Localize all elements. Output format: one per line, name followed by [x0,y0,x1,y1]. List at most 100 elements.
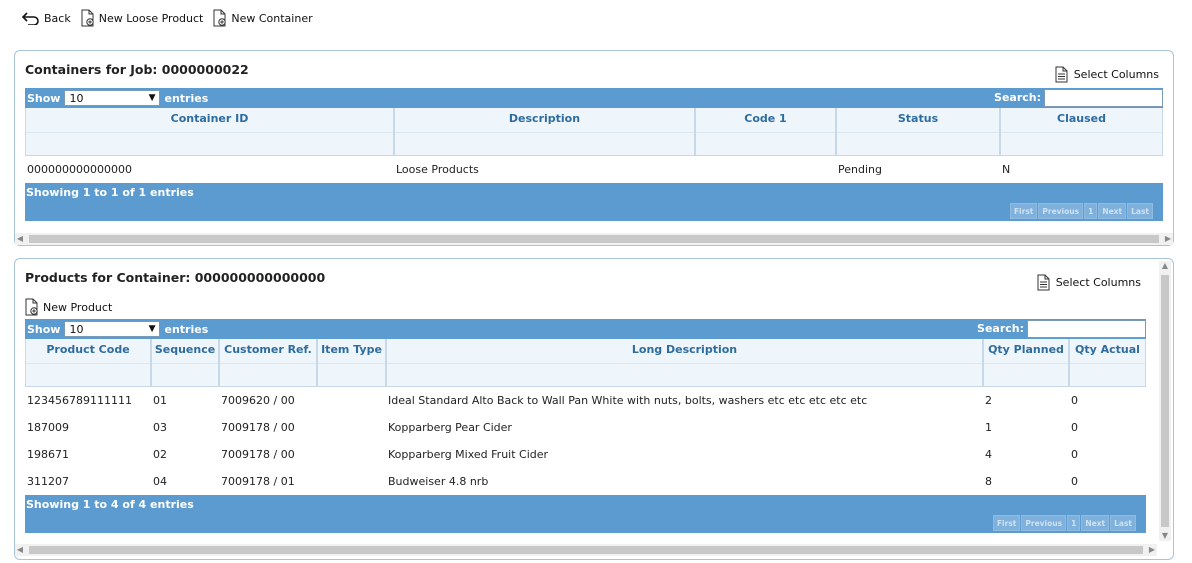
products-vertical-scrollbar[interactable]: ▲ ▼ [1159,261,1171,541]
back-button[interactable]: Back [22,11,71,25]
pager-first-button[interactable]: First [992,515,1021,531]
entries-label: entries [164,322,209,336]
containers-select-columns-label: Select Columns [1073,68,1159,81]
cell-status: Pending [838,163,882,176]
table-row[interactable]: 311207 04 7009178 / 01 Budweiser 4.8 nrb… [25,468,1146,495]
cell-sequence: 04 [153,475,167,488]
column-header-product-code[interactable]: Product Code [25,339,151,387]
cell-customer-ref: 7009178 / 01 [221,475,295,488]
column-header-status[interactable]: Status [836,108,1000,156]
new-document-icon [213,9,227,27]
new-loose-product-button[interactable]: New Loose Product [81,9,203,27]
scrollbar-thumb[interactable] [29,546,1143,554]
new-product-label: New Product [43,300,113,314]
products-select-columns-button[interactable]: Select Columns [1037,274,1141,291]
cell-container-id: 000000000000000 [27,163,132,176]
document-icon [1037,274,1050,291]
pager-last-button[interactable]: Last [1127,203,1153,219]
containers-entries-select[interactable]: 10 ▼ [64,90,161,106]
cell-customer-ref: 7009178 / 00 [221,448,295,461]
table-row[interactable]: 198671 02 7009178 / 00 Kopparberg Mixed … [25,441,1146,468]
cell-sequence: 01 [153,394,167,407]
toolbar: Back New Loose Product New Container [22,9,323,27]
products-panel: Products for Container: 000000000000000 … [14,258,1174,560]
cell-product-code: 311207 [27,475,69,488]
scroll-right-icon[interactable]: ▶ [1147,544,1157,556]
column-header-description[interactable]: Description [394,108,695,156]
pager-next-button[interactable]: Next [1098,203,1127,219]
column-header-code-1[interactable]: Code 1 [695,108,836,156]
column-header-claused[interactable]: Claused [1000,108,1163,156]
back-label: Back [44,11,71,25]
pager-next-button[interactable]: Next [1081,515,1110,531]
containers-pager: First Previous 1 Next Last [1009,203,1153,219]
pager-last-button[interactable]: Last [1110,515,1136,531]
scroll-left-icon[interactable]: ◀ [15,233,25,245]
containers-info: Showing 1 to 1 of 1 entries [26,186,194,199]
products-pager: First Previous 1 Next Last [992,515,1136,531]
cell-sequence: 02 [153,448,167,461]
pager-page-1-button[interactable]: 1 [1067,515,1081,531]
pager-previous-button[interactable]: Previous [1021,515,1067,531]
table-row[interactable]: 187009 03 7009178 / 00 Kopparberg Pear C… [25,414,1146,441]
cell-qty-planned: 8 [985,475,992,488]
cell-long-description: Budweiser 4.8 nrb [388,475,489,488]
cell-customer-ref: 7009620 / 00 [221,394,295,407]
products-table: Show 10 ▼ entries Search: Product Code S… [25,319,1146,533]
containers-search-input[interactable] [1044,89,1163,107]
containers-table: Show 10 ▼ entries Search: Container ID D… [25,88,1163,221]
scroll-right-icon[interactable]: ▶ [1163,233,1173,245]
column-header-qty-actual[interactable]: Qty Actual [1069,339,1146,387]
containers-select-columns-button[interactable]: Select Columns [1055,66,1159,83]
cell-long-description: Kopparberg Pear Cider [388,421,512,434]
scroll-left-icon[interactable]: ◀ [15,544,25,556]
pager-previous-button[interactable]: Previous [1038,203,1084,219]
cell-qty-planned: 2 [985,394,992,407]
table-row[interactable]: 000000000000000 Loose Products Pending N [25,156,1163,183]
search-label: Search: [994,91,1041,104]
table-row[interactable]: 123456789111111 01 7009620 / 00 Ideal St… [25,387,1146,414]
cell-qty-actual: 0 [1071,475,1078,488]
column-header-qty-planned[interactable]: Qty Planned [983,339,1069,387]
scroll-up-icon[interactable]: ▲ [1159,261,1171,271]
products-entries-select[interactable]: 10 ▼ [64,321,161,337]
containers-title: Containers for Job: 0000000022 [25,62,249,77]
column-header-long-description[interactable]: Long Description [386,339,983,387]
cell-long-description: Kopparberg Mixed Fruit Cider [388,448,549,461]
column-header-customer-ref[interactable]: Customer Ref. [219,339,317,387]
pager-page-1-button[interactable]: 1 [1084,203,1098,219]
scrollbar-thumb[interactable] [1161,275,1169,527]
cell-product-code: 187009 [27,421,69,434]
cell-claused: N [1002,163,1011,176]
new-product-button[interactable]: New Product [25,298,112,316]
cell-customer-ref: 7009178 / 00 [221,421,295,434]
entries-label: entries [164,91,209,105]
products-table-header: Product Code Sequence Customer Ref. Item… [25,339,1146,387]
cell-product-code: 123456789111111 [27,394,132,407]
products-info: Showing 1 to 4 of 4 entries [26,498,194,511]
column-header-sequence[interactable]: Sequence [151,339,219,387]
cell-qty-actual: 0 [1071,394,1078,407]
containers-horizontal-scrollbar[interactable]: ◀ ▶ [15,233,1173,245]
products-horizontal-scrollbar[interactable]: ◀ ▶ [15,544,1157,556]
cell-long-description: Ideal Standard Alto Back to Wall Pan Whi… [388,394,868,407]
new-container-button[interactable]: New Container [213,9,313,27]
pager-first-button[interactable]: First [1009,203,1038,219]
cell-qty-actual: 0 [1071,421,1078,434]
column-header-item-type[interactable]: Item Type [317,339,386,387]
dropdown-arrow-icon: ▼ [148,93,156,103]
entries-value: 10 [69,322,84,336]
products-search-input[interactable] [1027,320,1146,338]
products-table-footer: Showing 1 to 4 of 4 entries First Previo… [25,495,1146,533]
cell-sequence: 03 [153,421,167,434]
containers-table-header: Container ID Description Code 1 Status C… [25,108,1163,156]
show-label: Show [27,91,61,105]
new-container-label: New Container [231,11,313,25]
column-header-container-id[interactable]: Container ID [25,108,394,156]
cell-product-code: 198671 [27,448,69,461]
scrollbar-thumb[interactable] [29,235,1159,243]
undo-arrow-icon [22,12,39,25]
scroll-down-icon[interactable]: ▼ [1159,531,1171,541]
show-label: Show [27,322,61,336]
cell-description: Loose Products [396,163,479,176]
